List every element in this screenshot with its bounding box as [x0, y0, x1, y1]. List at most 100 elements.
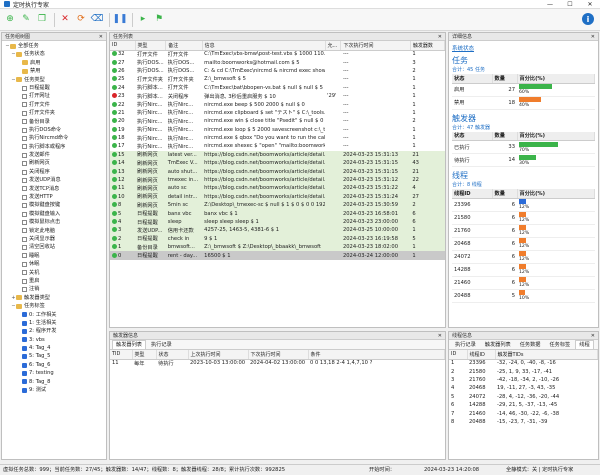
close-icon[interactable]: ✕	[591, 332, 595, 340]
table-row[interactable]: 11 每年 待执行 2023-10-03 13:00:00 2024-04-02 13:…	[110, 359, 445, 367]
column-header[interactable]: 允...	[325, 41, 342, 51]
table-row[interactable]: 27 执行DOS... 执行DOS... mailto:boomworks@hotma…	[110, 58, 445, 66]
column-header[interactable]: 下次执行时间	[248, 350, 309, 360]
table-row[interactable]: 32 打开文件 打开文件 C:\TmExec\vbs-bmw\post-test.vb…	[110, 50, 445, 58]
table-row[interactable]: 12 刷新网页 tmexec in... https://blog.csdn.net/…	[110, 175, 445, 185]
minimize-button[interactable]: —	[540, 0, 560, 9]
tree-node[interactable]: 关闭程序	[5, 168, 106, 176]
import-button[interactable]: ▸	[136, 13, 150, 27]
column-header[interactable]: 类型	[132, 350, 157, 360]
tree-node[interactable]: 重启	[5, 277, 106, 285]
pause-button[interactable]: ❚❚	[112, 13, 127, 27]
tree-node[interactable]: 9: 测试	[5, 386, 106, 394]
add-task-button[interactable]: ⊕	[3, 13, 17, 27]
table-row[interactable]: 2 21580 -25, 1, 9, 33, -17, -41	[449, 367, 598, 375]
table-row[interactable]: 17 执行Nirc... 执行Nirc... nircmd.exe shexec $ …	[110, 142, 445, 150]
tab-1[interactable]: 触发器列表	[481, 340, 515, 349]
close-icon[interactable]: ✕	[438, 33, 442, 41]
table-row[interactable]: 8 刷新网页 5min sc Z:\Desktop\_tmexec-sc $ null…	[110, 201, 445, 210]
tree-node[interactable]: 发送UDP消息	[5, 176, 106, 184]
table-row[interactable]: 26 执行DOS... 执行DOS... C: & cd C:\TmExec\nirc…	[110, 67, 445, 75]
tab-0[interactable]: 执行记录	[451, 340, 480, 349]
table-row[interactable]: 25 打开文件夹 打开文件夹 Z:\_bmwsoft $ 5 --- 1	[110, 75, 445, 83]
tree-node[interactable]: 锁定此电脑	[5, 227, 106, 235]
tree-node[interactable]: 模拟键盘按键	[5, 201, 106, 209]
clear-button[interactable]: ⌫	[90, 13, 104, 27]
table-row[interactable]: 5 日程提醒 banx vbc banx vbc $ 1 2024-03-23 16:5…	[110, 209, 445, 218]
close-icon[interactable]: ✕	[99, 33, 103, 41]
close-icon[interactable]: ✕	[438, 332, 442, 340]
tree-node[interactable]: 打开文件	[5, 101, 106, 109]
table-row[interactable]: 24 执行脚本... 打开文件 C:\TmExec\bat\bbopen-vs.bat…	[110, 84, 445, 92]
tree-node[interactable]: 执行Nircmd命令	[5, 134, 106, 142]
table-row[interactable]: 10 刷新网页 detail intr... https://blog.csdn.ne…	[110, 192, 445, 202]
delete-task-button[interactable]: ✕	[58, 13, 72, 27]
tree-node[interactable]: + 触发器类型	[5, 294, 106, 302]
column-header[interactable]: 线程ID	[467, 350, 496, 360]
tree-node[interactable]: 清空回收站	[5, 243, 106, 251]
tree-node[interactable]: 打开文件夹	[5, 109, 106, 117]
tree-node[interactable]: 2: 程序开发	[5, 327, 106, 335]
tree-node[interactable]: 启用	[5, 59, 106, 67]
table-row[interactable]: 13 刷新网页 auto shut... https://blog.csdn.net/…	[110, 167, 445, 176]
column-header[interactable]: 触发器TIDs	[495, 350, 598, 360]
tree-node[interactable]: 模拟键盘输入	[5, 210, 106, 218]
close-icon[interactable]: ✕	[591, 33, 595, 41]
tab-trigger-list[interactable]: 触发器列表	[112, 340, 146, 349]
column-header[interactable]: ID	[449, 350, 468, 360]
tree-node[interactable]: 6: Tag_6	[5, 361, 106, 369]
table-row[interactable]: 19 执行Nirc... 执行Nirc... nircmd.exe loop $ 5 …	[110, 126, 445, 134]
table-row[interactable]: 11 刷新网页 auto sc https://blog.csdn.net/boomw…	[110, 184, 445, 193]
table-row[interactable]: 4 日程提醒 sleep sleep sleep sleep $ 1 2024-03-2…	[110, 217, 445, 227]
table-row[interactable]: 4 20468 19, -11, 27, -3, 43, -35	[449, 384, 598, 392]
refresh-button[interactable]: ⟳	[74, 13, 88, 27]
tree-node[interactable]: 执行DOS命令	[5, 126, 106, 134]
copy-task-button[interactable]: ❐	[35, 13, 49, 27]
tree-node[interactable]: 备份目录	[5, 118, 106, 126]
table-row[interactable]: 0 日程提醒 rent - day... 16500 $ 1 2024-03-24 12…	[110, 251, 445, 260]
column-header[interactable]: 状态	[156, 350, 189, 360]
info-icon[interactable]: i	[582, 13, 594, 25]
table-row[interactable]: 1 备份目录 bmwsoft... Z:\_bmwsoft $ Z:\Desktop\…	[110, 242, 445, 252]
tree-node[interactable]: 注销	[5, 285, 106, 293]
table-row[interactable]: 1 23396 -32, -24, 0, -40, -8, -16	[449, 359, 598, 367]
tree-node[interactable]: 7: testing	[5, 369, 106, 377]
tree-node[interactable]: 模拟鼠标点击	[5, 218, 106, 226]
tree-node[interactable]: − 任务状态	[5, 50, 106, 58]
table-row[interactable]: 2 日程提醒 check in 9 $ 1 2024-03-23 16:19:58 5	[110, 234, 445, 243]
maximize-button[interactable]: ☐	[560, 0, 580, 9]
system-status-link[interactable]: 系统状态	[452, 44, 595, 52]
column-header[interactable]: 备注	[165, 41, 203, 51]
column-header[interactable]: 触发器数	[410, 41, 445, 51]
tab-3[interactable]: 任务标签	[545, 340, 574, 349]
table-row[interactable]: 22 执行Nirc... 执行Nirc... nircmd.exe beep $ 50…	[110, 100, 445, 108]
tree-node[interactable]: 1: 生活相关	[5, 319, 106, 327]
tab-execution-log[interactable]: 执行记录	[147, 340, 176, 349]
tree-node[interactable]: 关闭显示器	[5, 235, 106, 243]
table-row[interactable]: 5 24072 -28, 4, -12, -36, -20, -44	[449, 393, 598, 401]
tab-2[interactable]: 任务数据	[516, 340, 545, 349]
tree-node[interactable]: 4: Tag_4	[5, 344, 106, 352]
table-row[interactable]: 18 执行Nirc... 执行Nirc... nircmd.exe $ qbox "D…	[110, 134, 445, 142]
tree-node[interactable]: 睡眠	[5, 252, 106, 260]
table-row[interactable]: 20 执行Nirc... 执行Nirc... nircmd.exe win $ clo…	[110, 117, 445, 125]
close-window-button[interactable]: ✕	[580, 0, 600, 9]
column-header[interactable]: 条件	[308, 350, 445, 360]
table-row[interactable]: 8 20488 -15, -23, 7, -31, -39	[449, 418, 598, 426]
column-header[interactable]: ID	[110, 41, 136, 51]
tree-node[interactable]: 发送HTTP	[5, 193, 106, 201]
table-row[interactable]: 21 执行Nirc... 执行Nirc... nircmd.exe clipboard…	[110, 109, 445, 117]
tree-node[interactable]: 禁用	[5, 67, 106, 75]
table-row[interactable]: 14 刷新网页 TmExec V... https://blog.csdn.net/b…	[110, 159, 445, 168]
tree-node[interactable]: 0: 工作相关	[5, 311, 106, 319]
tree-node[interactable]: 5: Tag_5	[5, 352, 106, 360]
table-row[interactable]: 6 14288 -29, 21, 5, -37, -13, -45	[449, 401, 598, 409]
tree-node[interactable]: 执行脚本或程序	[5, 143, 106, 151]
tree-node[interactable]: 刷新网页	[5, 159, 106, 167]
column-header[interactable]: 下次执行时间	[340, 41, 411, 51]
column-header[interactable]: 上次执行时间	[188, 350, 249, 360]
tree-node[interactable]: 3: vbs	[5, 336, 106, 344]
export-button[interactable]: ⚑	[152, 13, 166, 27]
tree-node[interactable]: 休眠	[5, 260, 106, 268]
column-header[interactable]: 信息	[202, 41, 326, 51]
